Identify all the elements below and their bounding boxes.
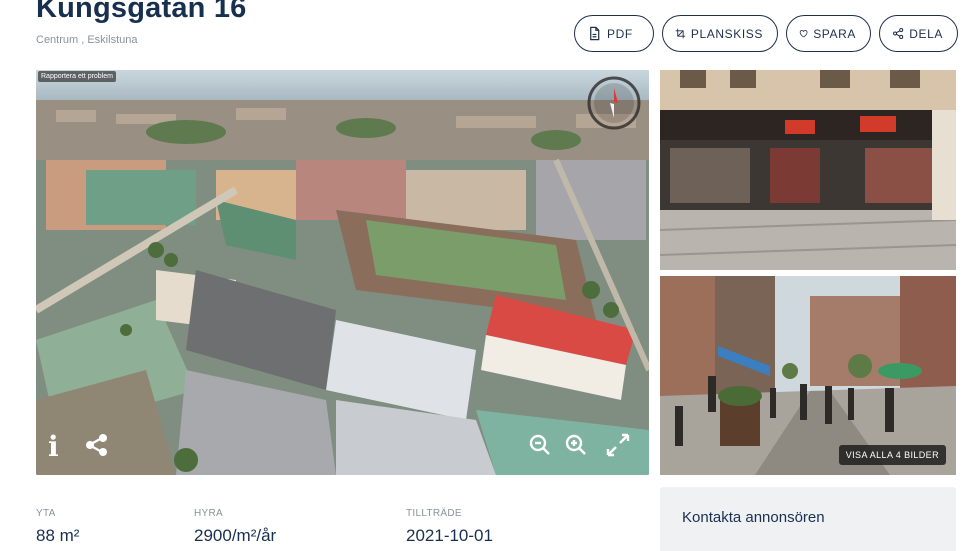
floorplan-button-label: PLANSKISS: [690, 26, 763, 41]
fullscreen-icon[interactable]: [605, 432, 631, 463]
info-icon[interactable]: i: [48, 433, 59, 461]
view-all-images-button[interactable]: VISA ALLA 4 BILDER: [838, 445, 946, 465]
fact-access: TILLTRÄDE 2021-10-01: [406, 508, 606, 546]
compass-icon[interactable]: [587, 76, 641, 130]
listing-location: Centrum , Eskilstuna: [36, 34, 138, 46]
save-button[interactable]: SPARA: [786, 15, 871, 52]
fact-rent-label: HYRA: [194, 508, 223, 519]
fact-access-value: 2021-10-01: [406, 526, 493, 545]
pdf-button-label: PDF: [607, 26, 633, 41]
pdf-button[interactable]: PDF: [574, 15, 654, 52]
save-button-label: SPARA: [813, 26, 856, 41]
heart-icon: [799, 30, 808, 38]
report-problem-link[interactable]: Rapportera ett problem: [38, 71, 116, 82]
pdf-file-icon: [590, 26, 600, 41]
pedestrian-street-photo[interactable]: VISA ALLA 4 BILDER: [660, 276, 956, 475]
share-icon: [893, 28, 904, 39]
fact-rent: HYRA 2900/m²/år: [194, 508, 394, 546]
contact-advertiser-title: Kontakta annonsören: [682, 509, 825, 526]
fact-access-label: TILLTRÄDE: [406, 508, 462, 519]
fact-rent-value: 2900/m²/år: [194, 526, 277, 545]
viewer-share-icon[interactable]: [84, 432, 110, 463]
storefront-photo-art: [660, 70, 956, 270]
share-button[interactable]: DELA: [879, 15, 958, 52]
crop-icon: [675, 28, 686, 39]
listing-title: Kungsgatan 16: [36, 0, 247, 24]
share-button-label: DELA: [909, 26, 943, 41]
action-bar: PDF PLANSKISS SPARA DELA: [574, 15, 958, 52]
aerial-360-viewer[interactable]: Rapportera ett problem i: [36, 70, 649, 475]
contact-advertiser-panel[interactable]: Kontakta annonsören: [660, 487, 956, 551]
zoom-in-icon[interactable]: [563, 432, 589, 463]
floorplan-button[interactable]: PLANSKISS: [662, 15, 778, 52]
storefront-photo[interactable]: [660, 70, 956, 270]
zoom-out-icon[interactable]: [527, 432, 553, 463]
aerial-city-photo: [36, 70, 649, 475]
